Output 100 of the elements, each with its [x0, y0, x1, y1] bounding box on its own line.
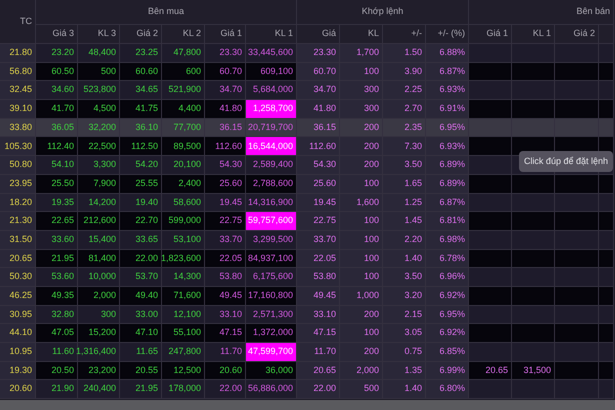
- table-cell: [469, 324, 512, 343]
- table-cell: 11.65: [120, 343, 162, 362]
- table-cell: 23.20: [36, 44, 78, 63]
- table-cell: [555, 81, 599, 100]
- table-cell: 2.15: [383, 306, 426, 324]
- table-cell: [512, 343, 555, 362]
- table-cell: 21.30: [0, 212, 36, 231]
- table-cell: 53.80: [297, 268, 340, 287]
- table-cell: [512, 194, 555, 212]
- table-cell: 77,700: [162, 118, 205, 138]
- table-cell: 25.55: [120, 174, 162, 194]
- table-cell: 1,372,000: [246, 324, 297, 343]
- table-cell: [469, 156, 512, 175]
- table-cell: [599, 81, 614, 100]
- table-cell: 112.50: [120, 137, 162, 156]
- table-cell: 49.45: [205, 286, 246, 306]
- table-cell: [555, 174, 599, 194]
- table-cell: 20,100: [162, 156, 205, 175]
- table-cell: 6.81%: [426, 212, 469, 231]
- horizontal-scrollbar[interactable]: [0, 400, 615, 410]
- table-cell: 2,571,300: [246, 306, 297, 324]
- table-cell: 19.40: [120, 194, 162, 212]
- table-cell: 41.75: [120, 100, 162, 119]
- table-cell: 6.96%: [426, 268, 469, 287]
- table-cell: [512, 118, 555, 138]
- table-cell: 14,200: [78, 194, 120, 212]
- table-cell: 6.92%: [426, 324, 469, 343]
- table-cell: 200: [340, 156, 383, 175]
- table-cell: [555, 362, 599, 380]
- table-cell: [512, 380, 555, 400]
- table-cell: 300: [340, 81, 383, 100]
- table-cell: 6.88%: [426, 44, 469, 63]
- table-cell: 31,500: [512, 362, 555, 380]
- table-cell: 6.93%: [426, 137, 469, 156]
- table-cell: 36.15: [297, 118, 340, 138]
- table-cell: 25.60: [205, 174, 246, 194]
- table-cell: 56,886,000: [246, 380, 297, 400]
- table-cell: 48,400: [78, 44, 120, 63]
- table-cell: [555, 306, 599, 324]
- table-cell: 81,400: [78, 250, 120, 268]
- table-cell: 30.95: [0, 306, 36, 324]
- table-cell: 33.10: [205, 306, 246, 324]
- table-cell: 22.00: [297, 380, 340, 400]
- table-cell: 1.40: [383, 380, 426, 400]
- table-cell: 200: [340, 137, 383, 156]
- table-cell: 6.85%: [426, 343, 469, 362]
- table-cell: 22,500: [78, 137, 120, 156]
- table-cell: 60.70: [205, 62, 246, 82]
- table-cell: [599, 343, 614, 362]
- table-cell: 33.80: [0, 118, 36, 138]
- table-cell: [512, 268, 555, 287]
- table-cell: 47.15: [297, 324, 340, 343]
- table-cell: 49.35: [36, 286, 78, 306]
- table-cell: 56.80: [0, 62, 36, 82]
- table-cell: [512, 230, 555, 250]
- table-cell: 33.00: [120, 306, 162, 324]
- table-cell: 3.50: [383, 156, 426, 175]
- table-cell: [469, 306, 512, 324]
- table-cell: 84,937,100: [246, 250, 297, 268]
- table-cell: 58,600: [162, 194, 205, 212]
- table-cell: 22.75: [205, 212, 246, 231]
- table-cell: [469, 343, 512, 362]
- table-cell: 500: [78, 62, 120, 82]
- table-cell: [599, 230, 614, 250]
- table-cell: 19.45: [297, 194, 340, 212]
- table-cell: 20.65: [469, 362, 512, 380]
- table-cell: 6.98%: [426, 230, 469, 250]
- table-cell: [469, 100, 512, 119]
- column-group-header: Bên mua: [36, 0, 297, 25]
- table-cell: 100: [340, 230, 383, 250]
- table-cell: [555, 324, 599, 343]
- table-cell: 20.65: [297, 362, 340, 380]
- table-cell: 15,400: [78, 230, 120, 250]
- table-cell: 105.30: [0, 137, 36, 156]
- table-cell: 33,445,600: [246, 44, 297, 63]
- table-cell: [555, 286, 599, 306]
- table-cell: [512, 324, 555, 343]
- table-cell: 5,684,000: [246, 81, 297, 100]
- table-cell: 2.20: [383, 230, 426, 250]
- table-cell: [512, 100, 555, 119]
- table-cell: 54.30: [297, 156, 340, 175]
- table-cell: 2,000: [78, 286, 120, 306]
- table-cell: [512, 62, 555, 82]
- table-cell: 21.90: [36, 380, 78, 400]
- table-cell: 20.55: [120, 362, 162, 380]
- table-cell: [469, 62, 512, 82]
- table-cell: 39.10: [0, 100, 36, 119]
- table-cell: 12,100: [162, 306, 205, 324]
- table-cell: 50.80: [0, 156, 36, 175]
- table-cell: [469, 380, 512, 400]
- table-cell: 100: [340, 212, 383, 231]
- table-cell: [512, 306, 555, 324]
- table-cell: [599, 194, 614, 212]
- highlighted-cell: 1,258,700: [246, 100, 297, 119]
- table-cell: 1.45: [383, 212, 426, 231]
- table-cell: 47.15: [205, 324, 246, 343]
- highlighted-cell: 47,599,700: [246, 343, 297, 362]
- table-cell: [512, 212, 555, 231]
- table-cell: [555, 268, 599, 287]
- table-cell: [599, 100, 614, 119]
